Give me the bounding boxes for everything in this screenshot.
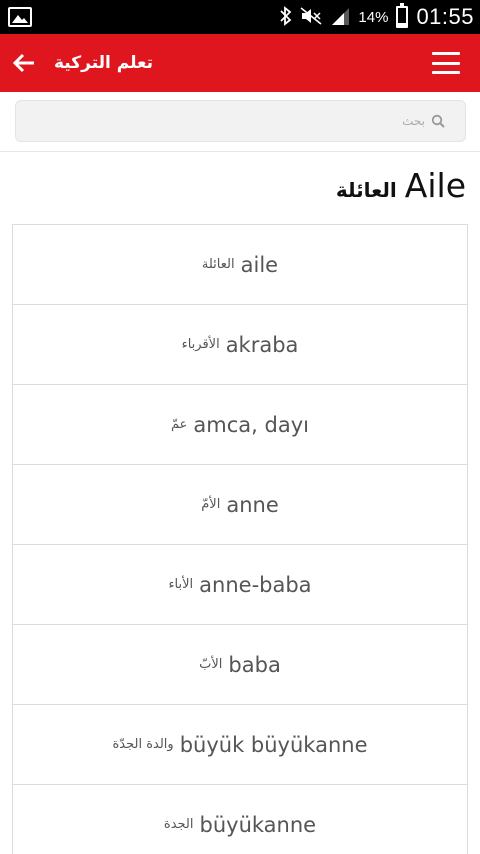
list-item[interactable]: الجدة büyükanne bbox=[13, 785, 467, 854]
word-turkish: anne bbox=[226, 492, 279, 517]
list-item[interactable]: الأقرباء akraba bbox=[13, 305, 467, 385]
word-arabic: الجدة bbox=[163, 817, 194, 832]
page-title: العائلة Aile bbox=[336, 166, 466, 205]
word-arabic: الأباء bbox=[168, 577, 194, 592]
search-icon bbox=[431, 114, 445, 128]
word-turkish: amca, dayı bbox=[193, 412, 309, 437]
word-arabic: الأبّ bbox=[199, 657, 223, 672]
gallery-icon bbox=[8, 7, 32, 27]
page-title-arabic: العائلة bbox=[335, 178, 397, 202]
page-title-turkish: Aile bbox=[404, 166, 466, 205]
word-arabic: الأمّ bbox=[201, 497, 221, 512]
battery-fill bbox=[398, 23, 407, 26]
signal-icon bbox=[330, 6, 350, 29]
word-turkish: anne-baba bbox=[199, 572, 312, 597]
list-item[interactable]: عمّ amca, dayı bbox=[13, 385, 467, 465]
app-title: تعلم التركية bbox=[54, 53, 154, 73]
bluetooth-icon bbox=[280, 5, 292, 29]
word-arabic: والدة الجدّة bbox=[112, 737, 174, 752]
word-turkish: akraba bbox=[225, 332, 299, 357]
list-item[interactable]: الأباء anne-baba bbox=[13, 545, 467, 625]
mute-icon bbox=[300, 6, 322, 28]
word-turkish: baba bbox=[228, 652, 281, 677]
list-item[interactable]: الأمّ anne bbox=[13, 465, 467, 545]
status-bar: 14% 01:55 bbox=[0, 0, 480, 34]
word-arabic: عمّ bbox=[171, 417, 188, 432]
search-box[interactable] bbox=[15, 100, 466, 142]
list-item[interactable]: الأبّ baba bbox=[13, 625, 467, 705]
word-turkish: büyükanne bbox=[199, 812, 317, 837]
app-bar: تعلم التركية bbox=[0, 34, 480, 92]
search-input[interactable] bbox=[45, 114, 425, 128]
clock: 01:55 bbox=[416, 4, 474, 29]
list-item[interactable]: والدة الجدّة büyük büyükanne bbox=[13, 705, 467, 785]
list-item[interactable]: العائلة aile bbox=[13, 225, 467, 305]
battery-icon bbox=[396, 3, 409, 28]
arrow-left-icon[interactable] bbox=[12, 53, 36, 73]
battery-percent: 14% bbox=[358, 8, 389, 26]
hamburger-menu-icon[interactable] bbox=[432, 52, 460, 74]
search-area bbox=[0, 92, 480, 152]
word-turkish: büyük büyükanne bbox=[179, 732, 368, 757]
word-arabic: العائلة bbox=[201, 257, 235, 272]
word-arabic: الأقرباء bbox=[181, 337, 220, 352]
word-turkish: aile bbox=[240, 252, 279, 277]
word-list: العائلة aile الأقرباء akraba عمّ amca, dayı ال… bbox=[12, 224, 468, 854]
